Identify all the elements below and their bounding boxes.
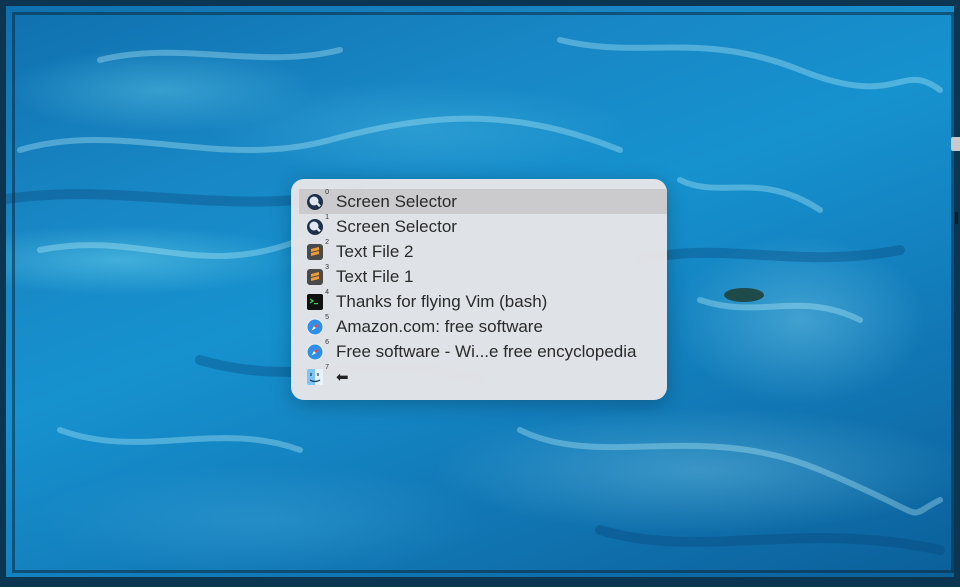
item-index-badge: 4 (325, 288, 329, 296)
item-index-badge: 3 (325, 263, 329, 271)
switcher-item[interactable]: 7 ⬅ (299, 364, 667, 389)
quicktime-icon: 1 (305, 214, 329, 237)
item-index-badge: 2 (325, 238, 329, 246)
item-index-badge: 0 (325, 188, 329, 196)
window-switcher-panel: 0 Screen Selector 1 Screen Selector 2 Te… (291, 179, 667, 400)
switcher-item[interactable]: 6 Free software - Wi...e free encycloped… (299, 339, 667, 364)
item-index-badge: 6 (325, 338, 329, 346)
island (724, 288, 764, 302)
switcher-item[interactable]: 0 Screen Selector (299, 189, 667, 214)
switcher-item-label: Amazon.com: free software (336, 316, 543, 336)
switcher-item-label: Screen Selector (336, 191, 457, 211)
item-index-badge: 1 (325, 213, 329, 221)
sublime-text-icon: 2 (305, 239, 329, 262)
switcher-item[interactable]: 2 Text File 2 (299, 239, 667, 264)
switcher-item[interactable]: 5 Amazon.com: free software (299, 314, 667, 339)
switcher-item-label: Screen Selector (336, 216, 457, 236)
edge-tab (951, 137, 960, 151)
switcher-item[interactable]: 1 Screen Selector (299, 214, 667, 239)
quicktime-icon: 0 (305, 189, 329, 212)
back-arrow-icon: ⬅ (336, 368, 349, 386)
item-index-badge: 7 (325, 363, 329, 371)
finder-icon: 7 (305, 364, 329, 387)
switcher-item[interactable]: 4 Thanks for flying Vim (bash) (299, 289, 667, 314)
sublime-text-icon: 3 (305, 264, 329, 287)
item-index-badge: 5 (325, 313, 329, 321)
switcher-item[interactable]: 3 Text File 1 (299, 264, 667, 289)
safari-icon: 6 (305, 339, 329, 362)
edge-mark (955, 212, 958, 224)
switcher-item-label: Text File 1 (336, 266, 414, 286)
safari-icon: 5 (305, 314, 329, 337)
switcher-item-label: Thanks for flying Vim (bash) (336, 291, 548, 311)
terminal-icon: 4 (305, 289, 329, 312)
switcher-item-label: Text File 2 (336, 241, 414, 261)
switcher-item-label: Free software - Wi...e free encyclopedia (336, 341, 637, 361)
